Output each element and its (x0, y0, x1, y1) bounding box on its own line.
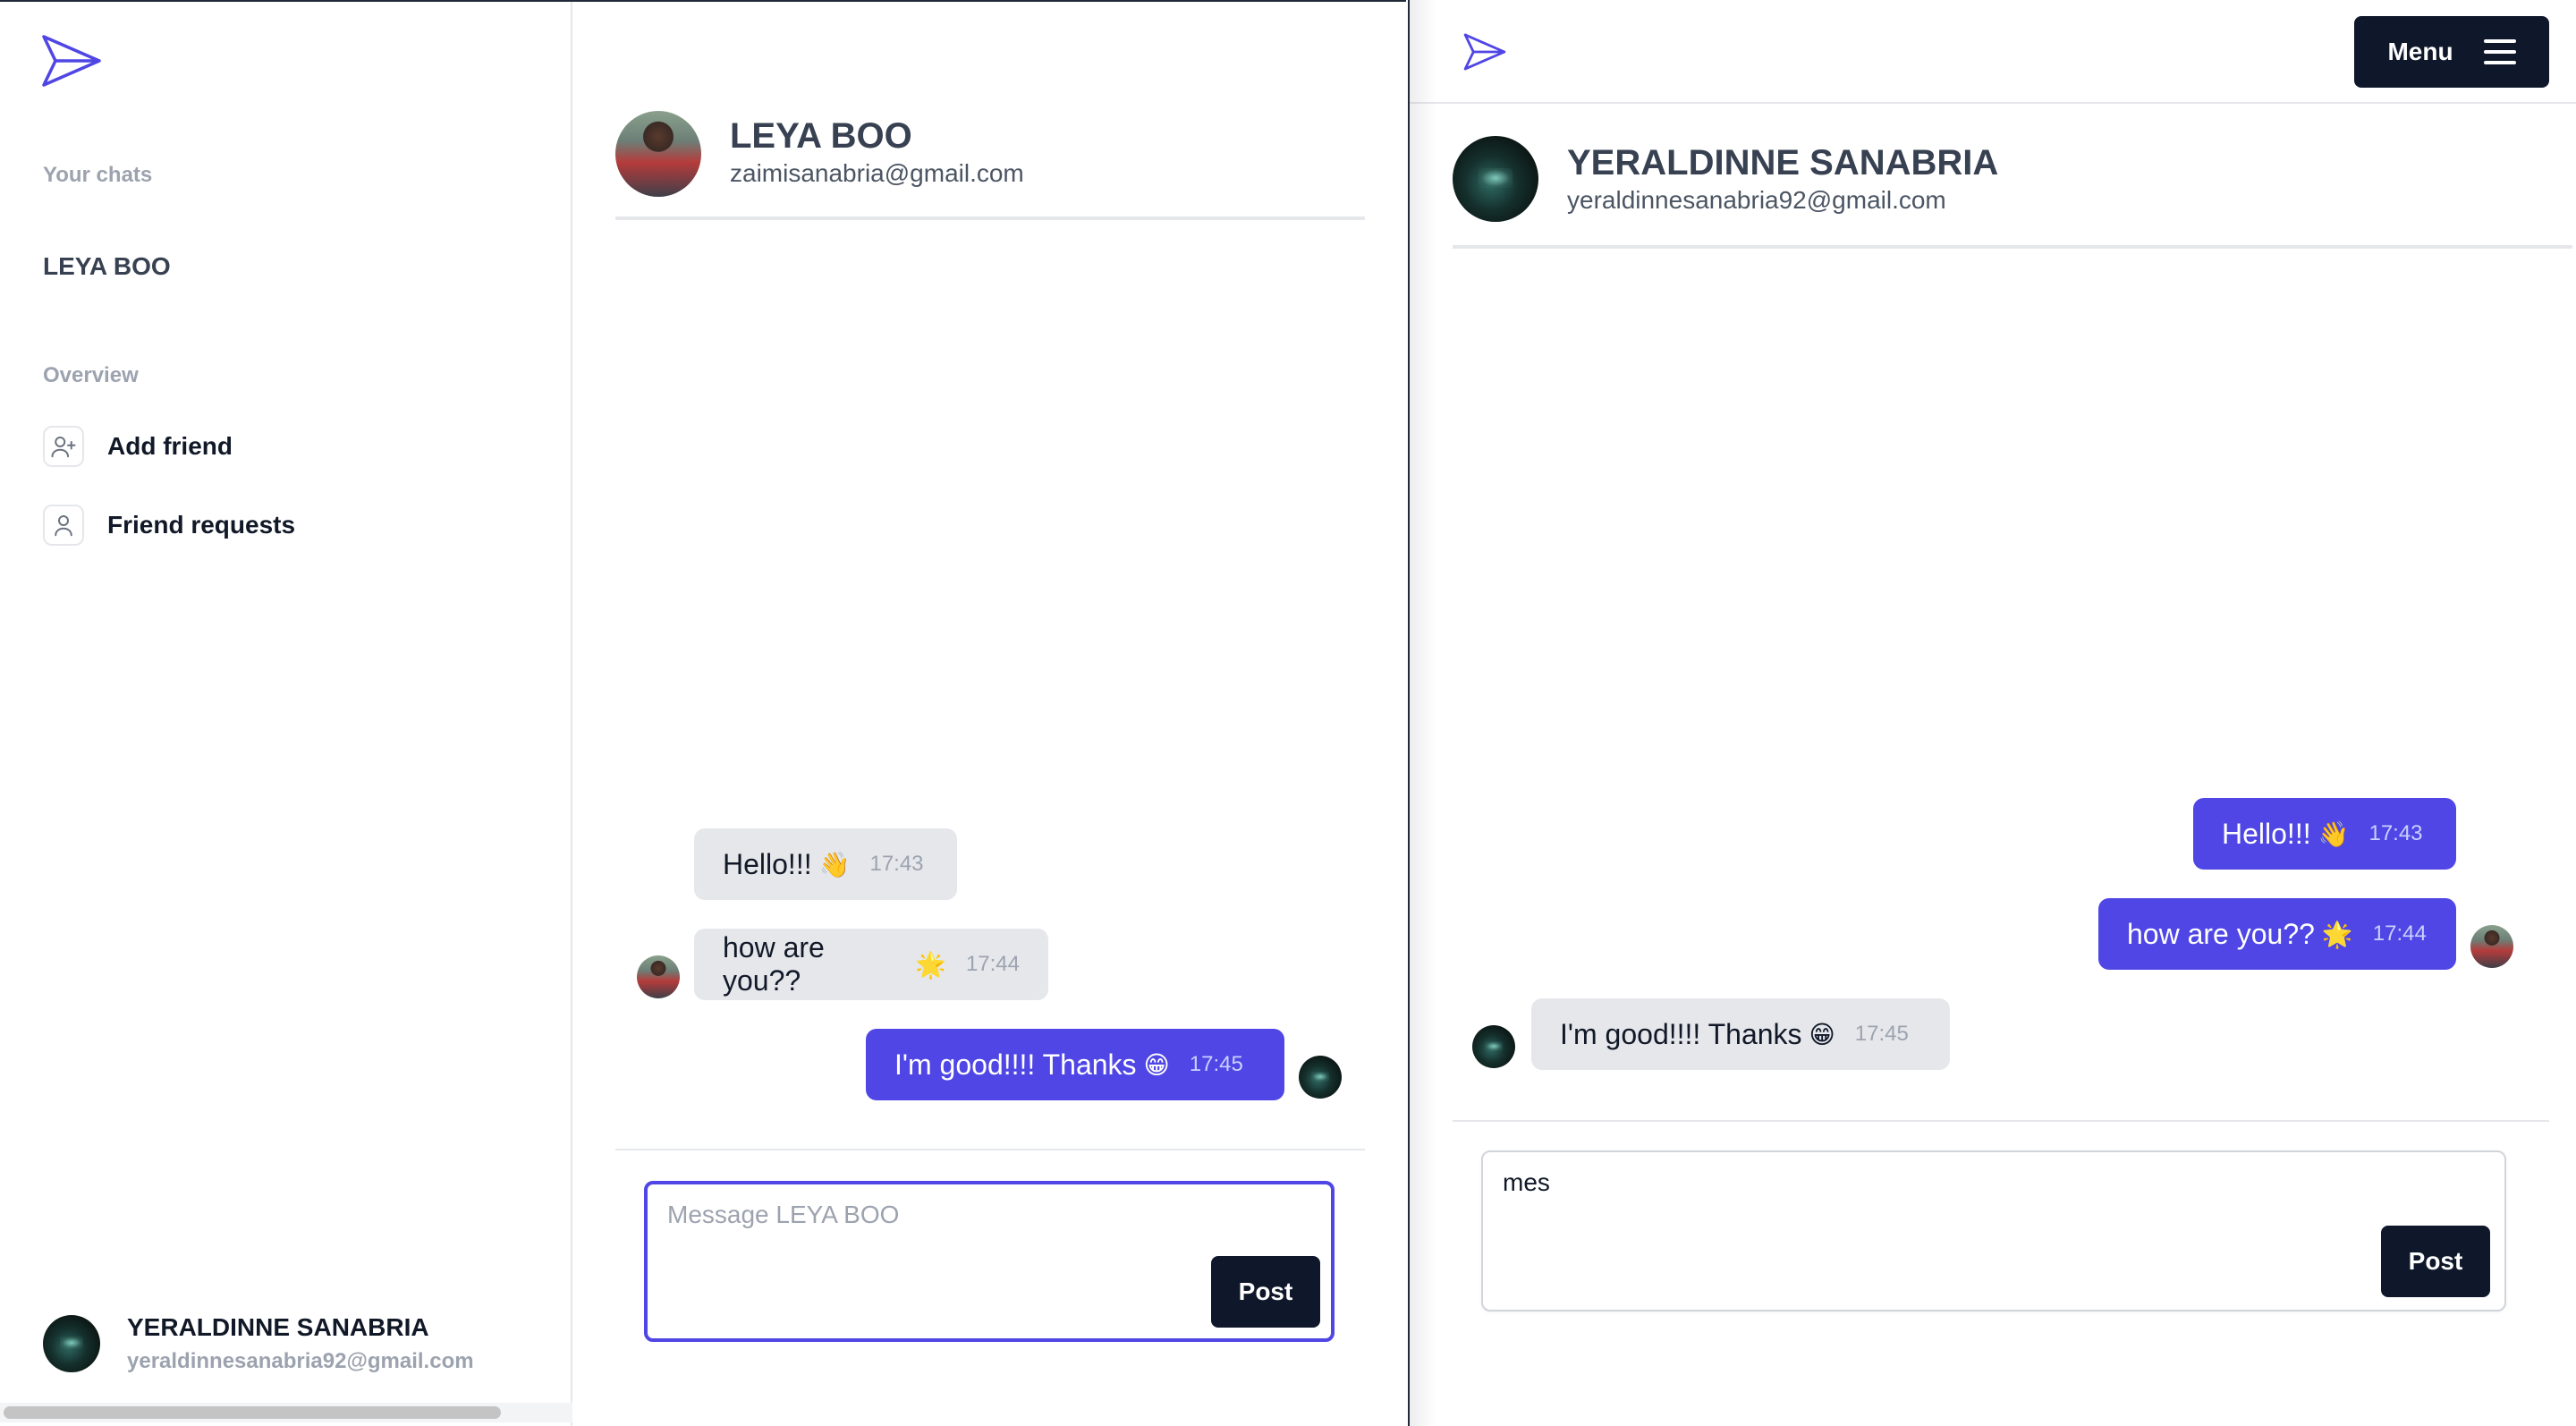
waving-hand-emoji: 👋 (818, 849, 851, 879)
avatar (1299, 1056, 1342, 1099)
message-time: 17:45 (1854, 1022, 1909, 1046)
sidebar-item-add-friend[interactable]: Add friend (43, 426, 233, 467)
chat-partner-email: yeraldinnesanabria92@gmail.com (1567, 186, 1946, 214)
post-button[interactable]: Post (1211, 1256, 1320, 1328)
avatar (615, 111, 701, 197)
chat-panel: LEYA BOO zaimisanabria@gmail.com Hello!!… (574, 2, 1406, 1426)
paper-plane-logo-icon[interactable] (1463, 32, 1506, 72)
overview-heading: Overview (43, 363, 139, 387)
star-emoji: 🌟 (915, 949, 946, 980)
sidebar-item-label: Add friend (107, 432, 233, 460)
hamburger-icon (2483, 39, 2516, 64)
chat-header: YERALDINNE SANABRIA yeraldinnesanabria92… (1453, 136, 2572, 249)
message-time: 17:45 (1189, 1052, 1243, 1076)
star-emoji: 🌟 (2321, 919, 2353, 949)
divider (1453, 1120, 2549, 1122)
post-button[interactable]: Post (2381, 1226, 2490, 1297)
message-time: 17:43 (869, 852, 924, 876)
horizontal-scrollbar[interactable] (0, 1403, 572, 1422)
message-bubble: how are you?? 🌟 17:44 (694, 929, 1048, 1000)
sidebar-item-friend-requests[interactable]: Friend requests (43, 505, 295, 546)
profile-email: yeraldinnesanabria92@gmail.com (127, 1349, 474, 1373)
avatar (1453, 136, 1538, 222)
grinning-face-emoji: 😁 (1143, 1049, 1170, 1080)
message-text: Hello!!! (2222, 817, 2311, 850)
divider (615, 1149, 1365, 1150)
avatar (1472, 1025, 1515, 1068)
avatar (43, 1315, 100, 1372)
mobile-topbar: Menu (1410, 0, 2576, 104)
message-bubble: Hello!!! 👋 17:43 (694, 828, 957, 900)
grinning-face-emoji: 😁 (1809, 1019, 1835, 1049)
message-text: how are you?? (723, 931, 825, 997)
scrollbar-thumb[interactable] (4, 1406, 501, 1419)
menu-label: Menu (2387, 38, 2453, 65)
waving-hand-emoji: 👋 (2318, 819, 2350, 849)
user-plus-icon (43, 426, 84, 467)
message-input[interactable]: Message LEYA BOO Post (644, 1181, 1335, 1342)
message-text: Hello!!! (723, 847, 812, 880)
avatar (637, 955, 680, 998)
user-icon (43, 505, 84, 546)
left-browser-window: Your chats LEYA BOO Overview Add friend … (0, 0, 1406, 1426)
current-user-profile[interactable]: YERALDINNE SANABRIA yeraldinnesanabria92… (43, 1313, 474, 1374)
message-input[interactable]: mes Post (1481, 1150, 2506, 1311)
message-time: 17:44 (2372, 921, 2427, 946)
profile-name: YERALDINNE SANABRIA (127, 1313, 429, 1341)
your-chats-heading: Your chats (43, 163, 153, 187)
message-bubble: how are you?? 🌟 17:44 (2098, 898, 2456, 970)
message-text: how are you?? (2127, 917, 2315, 950)
chat-partner-email: zaimisanabria@gmail.com (730, 159, 1024, 187)
chat-link-leya-boo[interactable]: LEYA BOO (43, 252, 171, 281)
message-time: 17:44 (965, 952, 1020, 976)
message-input-value: mes (1503, 1168, 1550, 1196)
right-browser-window: Menu YERALDINNE SANABRIA yeraldinnesanab… (1408, 0, 2576, 1426)
message-bubble: Hello!!! 👋 17:43 (2193, 798, 2456, 870)
sidebar: Your chats LEYA BOO Overview Add friend … (0, 2, 572, 1426)
sidebar-item-label: Friend requests (107, 511, 296, 539)
avatar (2470, 925, 2513, 968)
chat-header: LEYA BOO zaimisanabria@gmail.com (615, 111, 1365, 220)
message-bubble: I'm good!!!! Thanks 😁 17:45 (866, 1029, 1284, 1100)
message-text: I'm good!!!! Thanks (1560, 1017, 1802, 1050)
message-input-placeholder: Message LEYA BOO (667, 1201, 900, 1228)
paper-plane-logo-icon[interactable] (41, 34, 102, 88)
message-text: I'm good!!!! Thanks (894, 1048, 1137, 1081)
chat-partner-name: LEYA BOO (730, 116, 912, 156)
message-time: 17:43 (2368, 821, 2423, 845)
chat-partner-name: YERALDINNE SANABRIA (1567, 143, 1999, 182)
menu-button[interactable]: Menu (2354, 16, 2549, 88)
message-bubble: I'm good!!!! Thanks 😁 17:45 (1531, 998, 1950, 1070)
